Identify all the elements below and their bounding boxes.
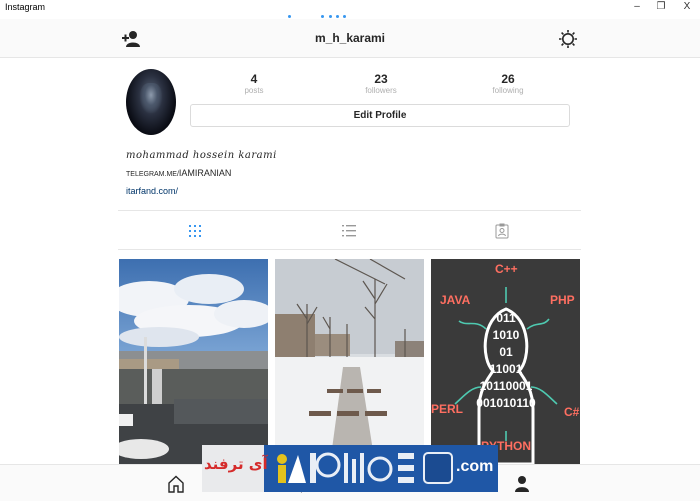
grid-icon[interactable] bbox=[187, 223, 203, 239]
watermark-logo: آی ترفند .com bbox=[202, 445, 498, 492]
close-button[interactable]: X bbox=[674, 0, 700, 14]
post-graphic-code[interactable]: 011 1010 01 11001 10110001 001010110 C++… bbox=[431, 259, 580, 464]
avatar[interactable] bbox=[126, 69, 176, 135]
website-link[interactable]: itarfand.com/ bbox=[126, 186, 178, 196]
post-photo-snow[interactable] bbox=[275, 259, 424, 464]
list-icon[interactable] bbox=[341, 223, 357, 239]
watermark-persian-text: آی ترفند bbox=[204, 455, 268, 473]
bio: TELEGRAM.ME/IAMIRANIAN bbox=[126, 168, 231, 178]
posts-count[interactable]: 4 posts bbox=[214, 73, 294, 96]
home-icon[interactable] bbox=[166, 474, 186, 494]
tagged-icon[interactable] bbox=[494, 223, 510, 239]
following-count[interactable]: 26 following bbox=[468, 73, 548, 96]
bio-handle: IAMIRANIAN bbox=[178, 168, 232, 178]
profile-tabs bbox=[118, 210, 581, 250]
full-name: mohammad hossein karami bbox=[126, 150, 277, 161]
maximize-button[interactable]: ❐ bbox=[648, 0, 674, 14]
window-title-bar: Instagram – ❐ X bbox=[0, 0, 700, 16]
profile-username: m_h_karami bbox=[314, 31, 386, 45]
post-photo-sky[interactable] bbox=[119, 259, 268, 464]
app-header: m_h_karami bbox=[0, 19, 700, 58]
watermark-dotcom: .com bbox=[456, 458, 494, 475]
gear-icon[interactable] bbox=[557, 28, 579, 50]
bio-prefix: TELEGRAM.ME/ bbox=[126, 171, 179, 178]
profile-icon[interactable] bbox=[512, 474, 532, 494]
minimize-button[interactable]: – bbox=[624, 0, 650, 14]
followers-count[interactable]: 23 followers bbox=[341, 73, 421, 96]
window-title: Instagram bbox=[5, 2, 46, 12]
edit-profile-button[interactable]: Edit Profile bbox=[190, 104, 570, 127]
